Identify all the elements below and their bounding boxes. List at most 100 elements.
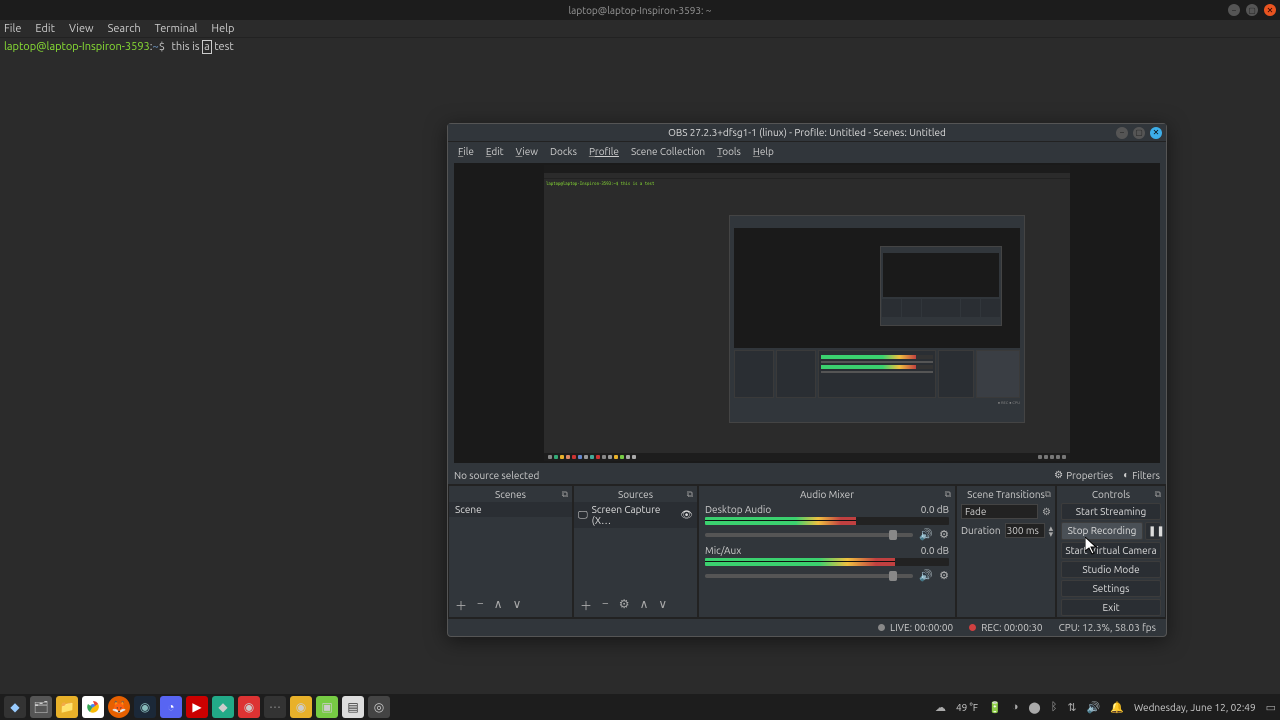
source-settings-button[interactable]: ⚙ xyxy=(619,597,630,614)
transition-select[interactable]: Fade xyxy=(961,504,1038,519)
terminal-menubar: File Edit View Search Terminal Help xyxy=(0,20,1280,38)
volume-slider[interactable] xyxy=(705,574,913,578)
transitions-panel: Scene Transitions⧉ Fade ⚙ Duration ▴▾ xyxy=(956,485,1056,618)
firefox-icon[interactable]: 🦊 xyxy=(108,696,130,718)
menu-edit[interactable]: Edit xyxy=(35,23,55,35)
battery-icon[interactable]: 🔋 xyxy=(988,701,1002,714)
typed-text-before: this is xyxy=(172,41,203,53)
speaker-icon[interactable]: 🔊 xyxy=(919,528,933,541)
pause-recording-button[interactable]: ❚❚ xyxy=(1145,522,1161,540)
settings-button[interactable]: Settings xyxy=(1061,580,1161,597)
app-icon-4[interactable]: ◉ xyxy=(290,696,312,718)
eye-icon[interactable]: 👁 xyxy=(680,509,693,521)
chrome-icon[interactable] xyxy=(82,696,104,718)
spinner-icon[interactable]: ▴▾ xyxy=(1049,525,1054,537)
minimize-icon[interactable]: – xyxy=(1228,4,1240,16)
steam-icon[interactable]: ◉ xyxy=(134,696,156,718)
scenes-title: Scenes xyxy=(495,489,526,500)
temperature[interactable]: 49 °F xyxy=(956,702,978,713)
popout-icon[interactable]: ⧉ xyxy=(945,489,951,500)
app-icon-5[interactable]: ▣ xyxy=(316,696,338,718)
volume-slider[interactable] xyxy=(705,533,913,537)
menu-search[interactable]: Search xyxy=(108,23,141,35)
obs-close-icon[interactable]: ✕ xyxy=(1150,127,1162,139)
source-up-button[interactable]: ∧ xyxy=(640,597,649,614)
menu-view[interactable]: View xyxy=(69,23,94,35)
discord-icon[interactable]: ◔ xyxy=(160,696,182,718)
track-settings-icon[interactable]: ⚙ xyxy=(939,569,949,582)
source-label: Screen Capture (X… xyxy=(592,504,677,526)
app-icon-3[interactable]: ⋯ xyxy=(264,696,286,718)
add-source-button[interactable]: ＋ xyxy=(580,597,592,614)
source-down-button[interactable]: ∨ xyxy=(658,597,667,614)
transition-settings-icon[interactable]: ⚙ xyxy=(1042,506,1051,518)
tray-icon-1[interactable]: ◑ xyxy=(1012,701,1019,713)
speaker-icon[interactable]: 🔊 xyxy=(919,569,933,582)
scene-item[interactable]: Scene xyxy=(449,502,572,517)
maximize-icon[interactable]: ▢ xyxy=(1246,4,1258,16)
popout-icon[interactable]: ⧉ xyxy=(562,489,568,500)
popout-icon[interactable]: ⧉ xyxy=(687,489,693,500)
obs-menu-scene-collection[interactable]: Scene Collection xyxy=(631,146,705,157)
close-icon[interactable]: ✕ xyxy=(1264,4,1276,16)
live-status: LIVE: 00:00:00 xyxy=(890,622,953,633)
exit-button[interactable]: Exit xyxy=(1061,599,1161,616)
duration-label: Duration xyxy=(961,525,1001,536)
app-icon-7[interactable]: ◎ xyxy=(368,696,390,718)
filters-button[interactable]: ◐Filters xyxy=(1123,469,1160,481)
files-icon[interactable]: 📁 xyxy=(56,696,78,718)
start-streaming-button[interactable]: Start Streaming xyxy=(1061,503,1161,520)
add-scene-button[interactable]: ＋ xyxy=(455,597,467,614)
scene-down-button[interactable]: ∨ xyxy=(513,597,522,614)
obs-menu-view[interactable]: View xyxy=(516,146,538,157)
network-icon[interactable]: ⇅ xyxy=(1067,701,1076,714)
remove-scene-button[interactable]: − xyxy=(477,597,484,614)
obs-maximize-icon[interactable]: ▢ xyxy=(1133,127,1145,139)
youtube-icon[interactable]: ▶ xyxy=(186,696,208,718)
terminal-body[interactable]: laptop@laptop-Inspiron-3593:~$ this is a… xyxy=(0,38,1280,55)
popout-icon[interactable]: ⧉ xyxy=(1155,489,1161,500)
obs-minimize-icon[interactable]: – xyxy=(1116,127,1128,139)
source-item[interactable]: 🖵 Screen Capture (X… 👁 xyxy=(574,502,697,528)
obs-preview[interactable]: laptop@laptop-Inspiron-3593:~$ this is a… xyxy=(454,163,1160,463)
studio-mode-button[interactable]: Studio Mode xyxy=(1061,561,1161,578)
transitions-title: Scene Transitions xyxy=(967,489,1045,500)
app-icon-6[interactable]: ▤ xyxy=(342,696,364,718)
app-icon-1[interactable]: ◆ xyxy=(212,696,234,718)
app-icon-2[interactable]: ◉ xyxy=(238,696,260,718)
popout-icon[interactable]: ⧉ xyxy=(1045,489,1051,500)
obs-menu-docks[interactable]: Docks xyxy=(550,146,577,157)
cursor: a xyxy=(202,40,212,54)
obs-menu-file[interactable]: File xyxy=(458,146,474,157)
obs-menu-help[interactable]: Help xyxy=(753,146,774,157)
stop-recording-button[interactable]: Stop Recording xyxy=(1061,522,1143,540)
menu-file[interactable]: File xyxy=(4,23,21,35)
scene-up-button[interactable]: ∧ xyxy=(494,597,503,614)
obs-menu-tools[interactable]: Tools xyxy=(717,146,741,157)
obs-tray-icon[interactable]: ⬤ xyxy=(1028,701,1040,714)
weather-icon[interactable]: ☁ xyxy=(935,701,946,714)
properties-button[interactable]: ⚙Properties xyxy=(1054,469,1113,481)
duration-input[interactable] xyxy=(1005,523,1045,538)
obs-titlebar[interactable]: OBS 27.2.3+dfsg1-1 (linux) - Profile: Un… xyxy=(448,124,1166,142)
bluetooth-icon[interactable]: ᛒ xyxy=(1051,701,1058,713)
start-menu-button[interactable]: ◆ xyxy=(4,696,26,718)
start-virtual-camera-button[interactable]: Start Virtual Camera xyxy=(1061,542,1161,559)
remove-source-button[interactable]: − xyxy=(602,597,609,614)
track-settings-icon[interactable]: ⚙ xyxy=(939,528,949,541)
obs-menu-edit[interactable]: Edit xyxy=(486,146,504,157)
volume-icon[interactable]: 🔊 xyxy=(1087,701,1101,714)
notifications-icon[interactable]: 🔔 xyxy=(1110,701,1124,714)
menu-terminal[interactable]: Terminal xyxy=(155,23,198,35)
obs-menu-profile[interactable]: Profile xyxy=(589,146,619,157)
menu-help[interactable]: Help xyxy=(211,23,234,35)
clock[interactable]: Wednesday, June 12, 02:49 xyxy=(1134,702,1256,713)
show-desktop-icon[interactable]: ▭ xyxy=(1266,701,1276,714)
cpu-status: CPU: 12.3%, 58.03 fps xyxy=(1059,622,1156,633)
vu-meter xyxy=(705,558,949,566)
live-dot-icon xyxy=(878,624,885,631)
file-manager-icon[interactable]: 🗂 xyxy=(30,696,52,718)
track-name: Desktop Audio xyxy=(705,504,771,515)
sources-toolbar: ＋ − ⚙ ∧ ∨ xyxy=(574,594,697,617)
controls-title: Controls xyxy=(1092,489,1130,500)
